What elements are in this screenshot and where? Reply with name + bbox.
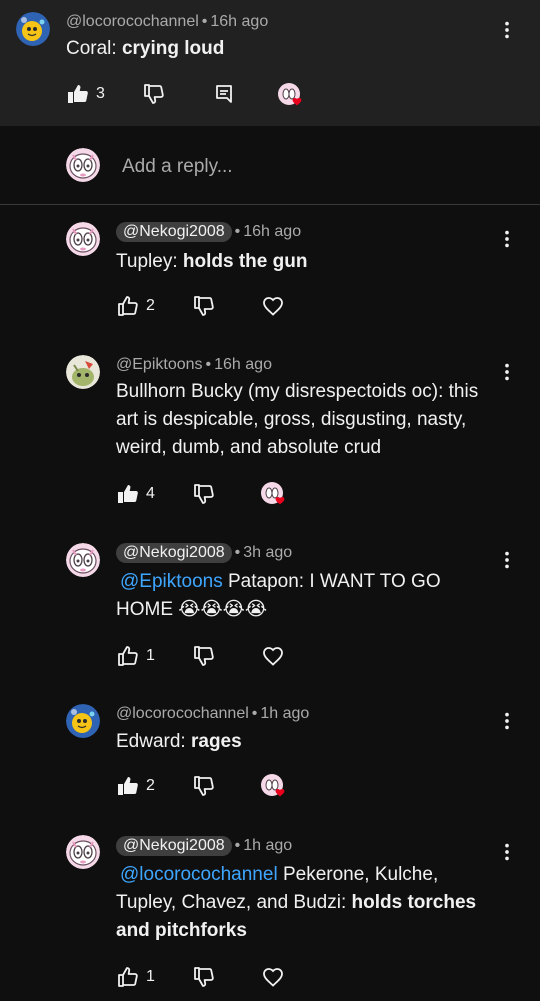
like-count: 1 — [146, 968, 155, 985]
like-button[interactable]: 1 — [116, 644, 155, 668]
timestamp: 1h ago — [243, 837, 293, 854]
timestamp: 16h ago — [243, 223, 302, 240]
like-count: 1 — [146, 647, 155, 664]
comment-text: @Epiktoons Patapon: I WANT TO GO HOME 😭😭… — [116, 571, 441, 620]
avatar[interactable] — [66, 543, 100, 577]
comment-icon — [212, 82, 236, 106]
avatar[interactable] — [66, 355, 100, 389]
thumbs-down-icon — [192, 644, 216, 668]
dislike-button[interactable] — [192, 294, 216, 318]
reply-button[interactable] — [212, 82, 236, 106]
comment-text: Coral: crying loud — [66, 38, 225, 59]
author-name[interactable]: @Nekogi2008 — [116, 222, 232, 242]
timestamp: 1h ago — [260, 705, 310, 722]
author-name[interactable]: @locorocochannel — [66, 13, 199, 30]
creator-heart-badge[interactable] — [260, 481, 288, 509]
divider — [0, 204, 540, 205]
dislike-button[interactable] — [192, 965, 216, 989]
timestamp: 16h ago — [214, 356, 272, 373]
thumbs-up-icon — [116, 774, 140, 798]
author-name[interactable]: @locorocochannel — [116, 705, 249, 722]
reply-input[interactable] — [120, 152, 504, 182]
author-name[interactable]: @Nekogi2008 — [116, 836, 232, 856]
comment-meta: @Nekogi2008 • 1h ago — [116, 836, 292, 856]
author-name[interactable]: @Nekogi2008 — [116, 543, 232, 563]
like-count: 2 — [146, 777, 155, 794]
more-vert-icon[interactable] — [495, 360, 519, 384]
like-count: 3 — [96, 85, 105, 102]
comment-meta: @Epiktoons • 16h ago — [116, 356, 272, 373]
comment-text: Tupley: holds the gun — [116, 251, 308, 272]
comment-meta: @locorocochannel • 16h ago — [66, 13, 269, 30]
thumbs-up-icon — [116, 965, 140, 989]
heart-button[interactable] — [261, 965, 285, 989]
avatar[interactable] — [66, 222, 100, 256]
heart-button[interactable] — [261, 644, 285, 668]
like-button[interactable]: 2 — [116, 774, 155, 798]
comment-text: @locorocochannel Pekerone, Kulche, Tuple… — [116, 864, 477, 941]
parent-comment: @locorocochannel • 16h ago Coral: crying l… — [0, 0, 540, 126]
more-vert-icon[interactable] — [495, 18, 519, 42]
reply-composer — [66, 148, 506, 184]
more-vert-icon[interactable] — [495, 227, 519, 251]
heart-icon — [261, 965, 285, 989]
comment-text: Bullhorn Bucky (my disrespectoids oc): t… — [116, 381, 479, 458]
thumbs-up-icon — [116, 294, 140, 318]
more-vert-icon[interactable] — [495, 840, 519, 864]
creator-heart-badge[interactable] — [260, 773, 288, 801]
like-count: 2 — [146, 297, 155, 314]
comment-meta: @locorocochannel • 1h ago — [116, 705, 310, 722]
dislike-button[interactable] — [142, 82, 166, 106]
dislike-button[interactable] — [192, 774, 216, 798]
thumbs-down-icon — [192, 294, 216, 318]
like-count: 4 — [146, 485, 155, 502]
heart-icon — [261, 294, 285, 318]
heart-icon — [261, 644, 285, 668]
timestamp: 3h ago — [243, 544, 293, 561]
thumbs-up-icon — [116, 644, 140, 668]
creator-heart-badge[interactable] — [277, 82, 305, 110]
heart-button[interactable] — [261, 294, 285, 318]
avatar[interactable] — [16, 12, 50, 46]
thumbs-down-icon — [192, 482, 216, 506]
comment-text: Edward: rages — [116, 731, 242, 752]
more-vert-icon[interactable] — [495, 548, 519, 572]
more-vert-icon[interactable] — [495, 709, 519, 733]
like-button[interactable]: 3 — [66, 82, 105, 106]
avatar[interactable] — [66, 835, 100, 869]
emoji: 😭😭😭😭 — [178, 599, 268, 620]
thumbs-up-icon — [116, 482, 140, 506]
like-button[interactable]: 4 — [116, 482, 155, 506]
mention-link[interactable]: @locorocochannel — [120, 864, 278, 885]
thumbs-up-icon — [66, 82, 90, 106]
thumbs-down-icon — [142, 82, 166, 106]
like-button[interactable]: 2 — [116, 294, 155, 318]
avatar[interactable] — [66, 704, 100, 738]
like-button[interactable]: 1 — [116, 965, 155, 989]
timestamp: 16h ago — [210, 13, 269, 30]
dislike-button[interactable] — [192, 644, 216, 668]
avatar — [66, 148, 100, 182]
thumbs-down-icon — [192, 965, 216, 989]
dislike-button[interactable] — [192, 482, 216, 506]
author-name[interactable]: @Epiktoons — [116, 356, 203, 373]
comment-meta: @Nekogi2008 • 3h ago — [116, 543, 292, 563]
thumbs-down-icon — [192, 774, 216, 798]
comment-meta: @Nekogi2008 • 16h ago — [116, 222, 301, 242]
mention-link[interactable]: @Epiktoons — [120, 571, 223, 592]
